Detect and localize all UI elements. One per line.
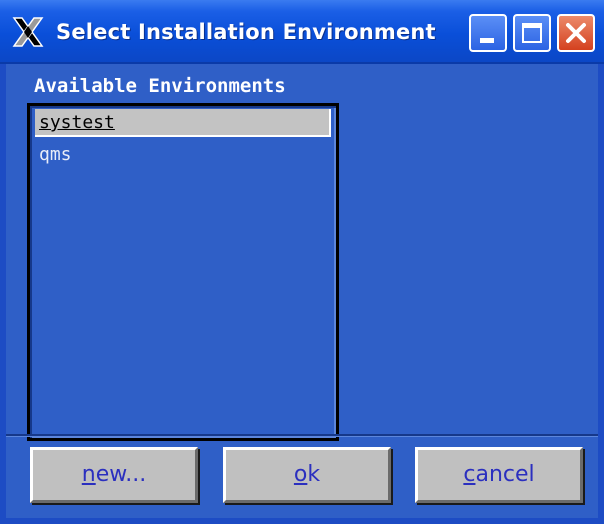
- cancel-button-label: ancel: [475, 462, 535, 487]
- select-installation-environment-window: Select Installation Environment Availabl…: [0, 0, 604, 524]
- minimize-icon: [480, 38, 494, 43]
- cancel-button[interactable]: cancel: [415, 447, 583, 503]
- new-button-label: ew...: [95, 462, 147, 487]
- new-button-mnemonic: n: [81, 462, 96, 487]
- available-environments-heading: Available Environments: [34, 75, 286, 97]
- environments-listbox[interactable]: systest qms: [27, 103, 339, 441]
- ok-button-label: k: [307, 462, 321, 487]
- cancel-button-mnemonic: c: [463, 462, 476, 487]
- title-bar[interactable]: Select Installation Environment: [0, 0, 604, 64]
- close-button[interactable]: [557, 14, 595, 52]
- new-button[interactable]: new...: [30, 447, 198, 503]
- ok-button[interactable]: ok: [223, 447, 391, 503]
- list-item-systest[interactable]: systest: [35, 109, 331, 137]
- window-title: Select Installation Environment: [56, 20, 436, 44]
- ok-button-mnemonic: o: [293, 462, 308, 487]
- separator: [6, 434, 598, 437]
- list-item-qms[interactable]: qms: [35, 141, 331, 169]
- maximize-icon: [522, 23, 542, 43]
- x-window-icon: [10, 14, 46, 50]
- maximize-button[interactable]: [513, 14, 551, 52]
- minimize-button[interactable]: [469, 14, 507, 52]
